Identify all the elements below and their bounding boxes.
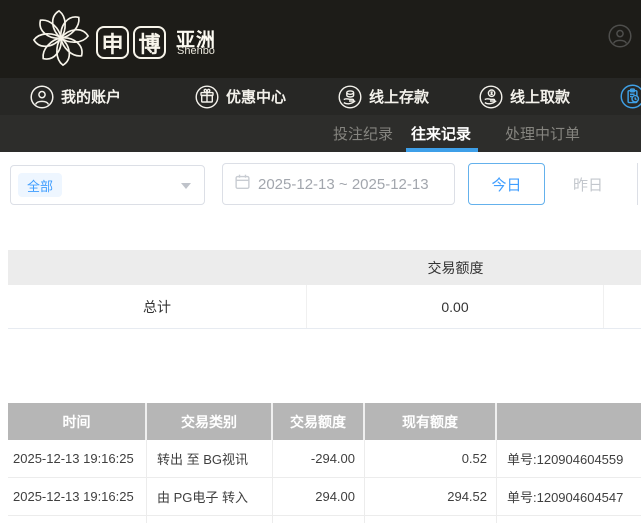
date-range-input[interactable]: 2025-12-13 ~ 2025-12-13: [222, 163, 455, 205]
nav-item-my-account[interactable]: 我的账户: [30, 78, 121, 115]
type-select[interactable]: 全部: [10, 165, 205, 205]
user-circle-icon: [30, 85, 54, 109]
tab-pending-orders[interactable]: 处理中订单: [505, 115, 580, 152]
col-header-amount: 交易额度: [273, 403, 365, 440]
records-header-row: 时间 交易类别 交易额度 现有额度: [8, 403, 641, 440]
cell-time: [8, 516, 147, 523]
summary-total-cutoff: [604, 285, 641, 328]
cell-time: 2025-12-13 19:16:25: [8, 478, 147, 515]
cell-amount: 294.00: [273, 478, 365, 515]
nav-item-label: 线上取款: [510, 86, 570, 107]
nav-item-online-withdrawal[interactable]: 线上取款: [479, 78, 570, 115]
withdraw-hand-coin-icon: [479, 85, 503, 109]
cell-type: [147, 516, 273, 523]
logo-char-box: 博: [133, 26, 166, 59]
nav-item-label: 线上存款: [369, 86, 429, 107]
brand-name-en: Shenbo: [177, 45, 215, 57]
table-row: 2025-12-13 19:16:25 转出 至 BG视讯 -294.00 0.…: [8, 440, 641, 478]
tab-betting-records[interactable]: 投注纪录: [333, 115, 393, 152]
date-range-value: 2025-12-13 ~ 2025-12-13: [258, 176, 429, 193]
cell-order-no: [497, 516, 641, 523]
yesterday-button[interactable]: 昨日: [552, 163, 624, 205]
nav-item-online-deposit[interactable]: 线上存款: [338, 78, 429, 115]
cell-amount: [273, 516, 365, 523]
col-header-time: 时间: [8, 403, 147, 440]
records-clipboard-icon: [620, 84, 641, 109]
col-header-balance: 现有额度: [365, 403, 497, 440]
col-header-remark: [497, 403, 641, 440]
calendar-icon: [234, 173, 251, 195]
caret-down-icon: [181, 183, 191, 189]
table-row: [8, 516, 641, 523]
summary-total-row: 总计 0.00: [8, 285, 641, 329]
cell-balance: 294.52: [365, 478, 497, 515]
account-avatar-icon[interactable]: [608, 24, 632, 48]
col-header-type: 交易类别: [147, 403, 273, 440]
partial-button-edge[interactable]: [637, 163, 638, 205]
cell-balance: [365, 516, 497, 523]
cell-type: 由 PG电子 转入: [147, 478, 273, 515]
flower-logo-icon: [28, 7, 94, 74]
table-row: 2025-12-13 19:16:25 由 PG电子 转入 294.00 294…: [8, 478, 641, 516]
nav-item-label: 优惠中心: [226, 86, 286, 107]
main-nav: 我的账户 优惠中心: [0, 78, 641, 115]
site-header: 申 博 亚洲 Shenbo: [0, 0, 641, 78]
deposit-hand-coins-icon: [338, 85, 362, 109]
tab-transfer-records[interactable]: 往来记录: [411, 115, 471, 152]
today-button[interactable]: 今日: [468, 163, 545, 205]
gift-icon: [195, 85, 219, 109]
cell-balance: 0.52: [365, 440, 497, 477]
nav-item-promotions[interactable]: 优惠中心: [195, 78, 286, 115]
summary-total-label: 总计: [8, 285, 307, 328]
nav-item-label: 我的账户: [61, 86, 121, 107]
cell-order-no: 单号:120904604547: [497, 478, 641, 515]
cell-amount: -294.00: [273, 440, 365, 477]
cell-time: 2025-12-13 19:16:25: [8, 440, 147, 477]
nav-item-transaction-records[interactable]: [620, 78, 641, 115]
cell-type: 转出 至 BG视讯: [147, 440, 273, 477]
records-table: 时间 交易类别 交易额度 现有额度 2025-12-13 19:16:25 转出…: [8, 403, 641, 523]
summary-total-value: 0.00: [307, 285, 604, 328]
records-tabbar: 投注纪录 往来记录 处理中订单: [0, 115, 641, 152]
summary-table: 交易额度 总计 0.00: [8, 250, 641, 329]
summary-header-row: 交易额度: [8, 250, 641, 285]
logo-char-box: 申: [96, 26, 129, 59]
type-select-value-chip: 全部: [18, 173, 62, 197]
filter-bar: 全部 2025-12-13 ~ 2025-12-13 今日 昨日: [0, 152, 641, 250]
transaction-records-page: 申 博 亚洲 Shenbo 我的账户: [0, 0, 641, 523]
summary-header-amount: 交易额度: [307, 258, 604, 278]
cell-order-no: 单号:120904604559: [497, 440, 641, 477]
